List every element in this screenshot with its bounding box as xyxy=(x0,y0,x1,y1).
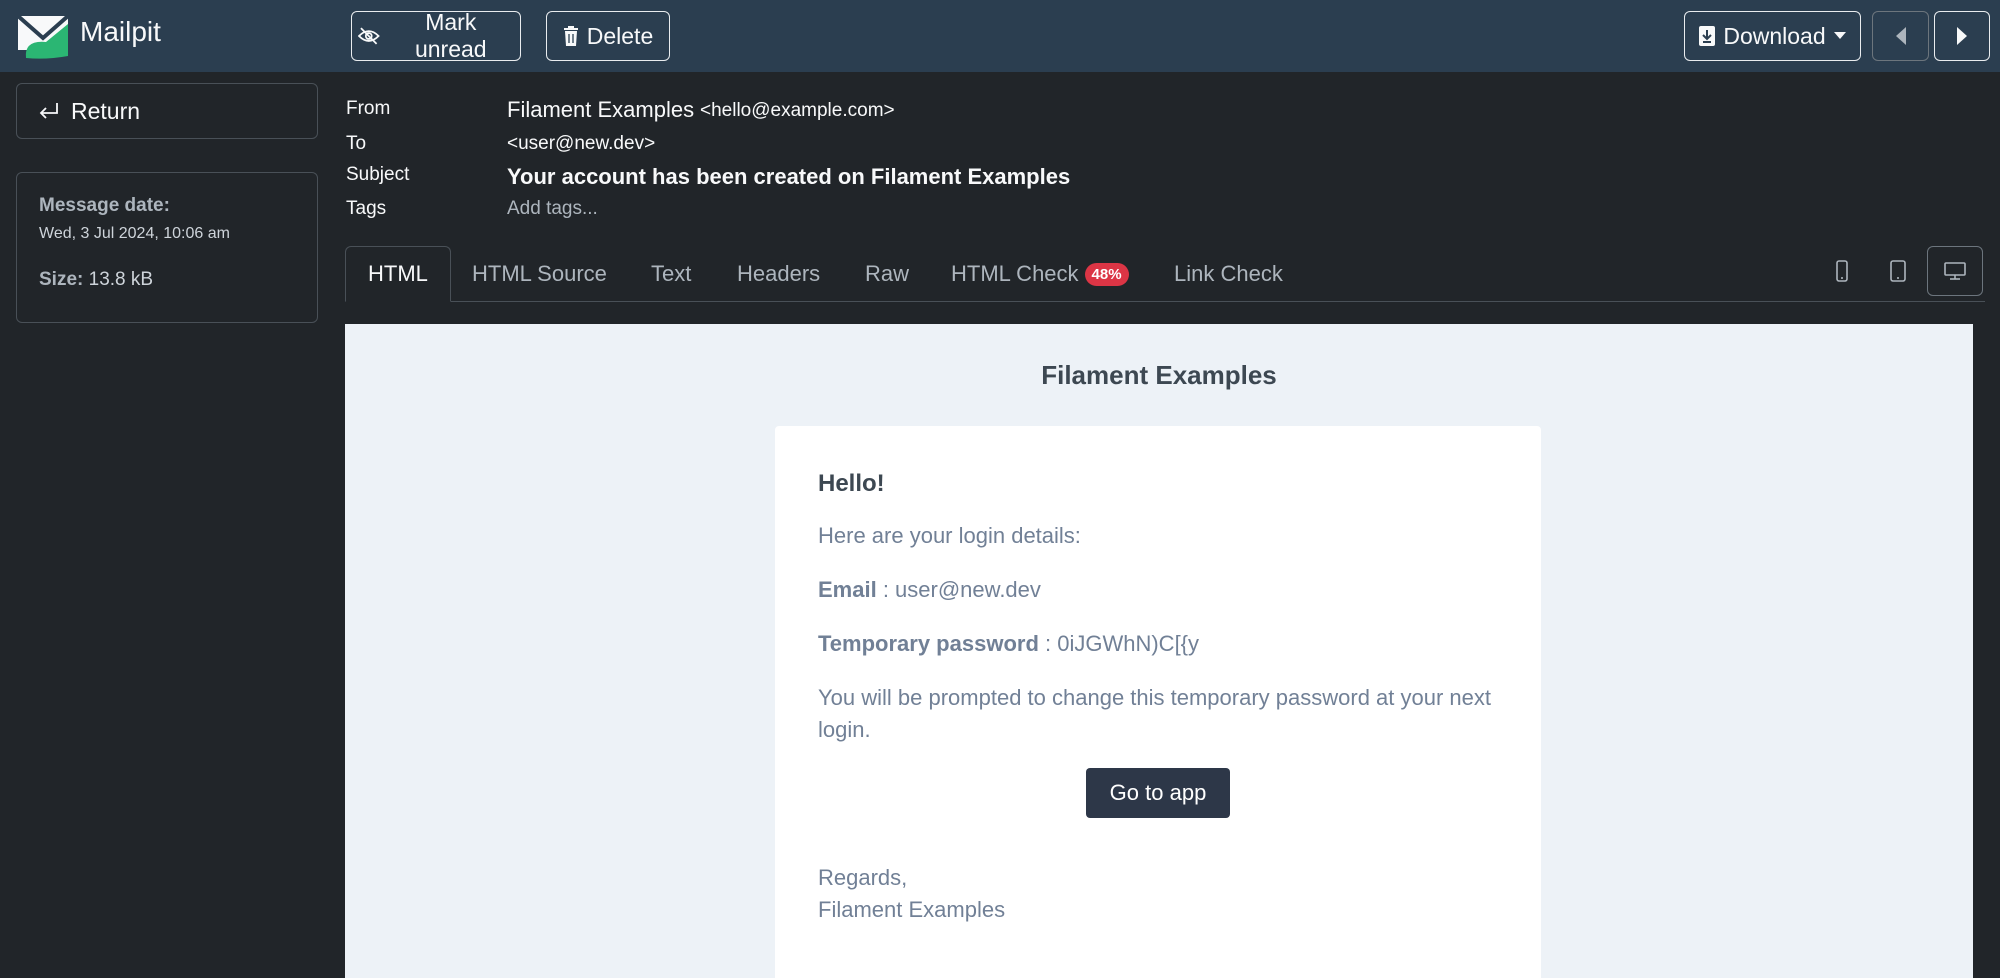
email-login-separator: : xyxy=(876,577,896,602)
tab-html[interactable]: HTML xyxy=(345,246,451,302)
delete-label: Delete xyxy=(586,22,654,49)
return-button[interactable]: Return xyxy=(16,83,318,139)
tab-text-label: Text xyxy=(651,261,692,286)
caret-left-icon xyxy=(1895,27,1906,45)
subject: Your account has been created on Filamen… xyxy=(507,164,1071,189)
email-html-preview[interactable]: Filament Examples Hello! Here are your l… xyxy=(345,324,1973,978)
tags-label: Tags xyxy=(346,198,387,219)
email-signature: Filament Examples xyxy=(818,897,1006,922)
html-check-score-badge: 48% xyxy=(1084,262,1129,286)
email-body-card: Hello! Here are your login details: Emai… xyxy=(775,426,1541,978)
email-login-line: Email : user@new.dev xyxy=(818,574,1498,606)
desktop-view-button[interactable] xyxy=(1927,246,1983,296)
phone-icon xyxy=(1836,260,1848,282)
tab-html-check-label: HTML Check xyxy=(951,261,1079,286)
size-value: 13.8 kB xyxy=(88,269,154,290)
tab-html-label: HTML xyxy=(368,261,428,286)
go-to-app-button[interactable]: Go to app xyxy=(1085,768,1231,818)
temporary-password-separator: : xyxy=(1038,631,1058,656)
email-login-label: Email xyxy=(818,577,877,602)
from-name[interactable]: Filament Examples xyxy=(507,97,694,123)
tablet-view-button[interactable] xyxy=(1870,246,1926,296)
tab-html-check[interactable]: HTML Check 48% xyxy=(929,246,1151,302)
top-navbar: Mailpit Mark unread Delete Download xyxy=(0,0,2000,72)
from-label: From xyxy=(346,98,391,119)
message-date-label: Message date: xyxy=(39,195,170,216)
tab-text[interactable]: Text xyxy=(629,246,713,302)
return-label: Return xyxy=(71,97,141,124)
trash-icon xyxy=(563,26,578,46)
tab-html-source-label: HTML Source xyxy=(472,261,607,286)
caret-down-icon xyxy=(1833,32,1846,39)
to-address[interactable]: <user@new.dev> xyxy=(507,133,655,155)
return-arrow-icon xyxy=(39,103,58,119)
message-meta-card: Message date: Wed, 3 Jul 2024, 10:06 am … xyxy=(16,172,318,323)
size-label: Size: xyxy=(39,269,84,290)
email-regards: Regards, xyxy=(818,865,908,890)
temporary-password-label: Temporary password xyxy=(818,631,1039,656)
tab-link-check-label: Link Check xyxy=(1174,261,1283,286)
tab-headers[interactable]: Headers xyxy=(715,246,842,302)
tab-raw-label: Raw xyxy=(865,261,910,286)
previous-message-button[interactable] xyxy=(1872,11,1929,61)
next-message-button[interactable] xyxy=(1934,11,1990,61)
tab-html-source[interactable]: HTML Source xyxy=(450,246,629,302)
eye-slash-icon xyxy=(358,27,380,45)
subject-label: Subject xyxy=(346,164,410,185)
email-header-title[interactable]: Filament Examples xyxy=(345,360,1973,391)
email-intro: Here are your login details: xyxy=(818,523,1081,548)
download-dropdown-button[interactable]: Download xyxy=(1684,11,1861,61)
delete-button[interactable]: Delete xyxy=(546,11,670,61)
temporary-password-line: Temporary password : 0iJGWhN)C[{y xyxy=(818,628,1498,660)
tablet-icon xyxy=(1890,260,1906,282)
desktop-icon xyxy=(1944,262,1966,280)
mailpit-logo-icon[interactable] xyxy=(16,10,70,60)
message-date: Wed, 3 Jul 2024, 10:06 am xyxy=(39,225,230,242)
cta-wrapper: Go to app xyxy=(818,768,1498,818)
tab-link-check[interactable]: Link Check xyxy=(1152,246,1305,302)
tags-input[interactable]: Add tags... xyxy=(507,198,598,220)
tab-raw[interactable]: Raw xyxy=(843,246,931,302)
app-name[interactable]: Mailpit xyxy=(80,16,161,48)
download-label: Download xyxy=(1723,22,1826,49)
from-email[interactable]: <hello@example.com> xyxy=(700,100,895,122)
to-label: To xyxy=(346,133,367,154)
phone-view-button[interactable] xyxy=(1814,246,1870,296)
mark-unread-button[interactable]: Mark unread xyxy=(351,9,521,62)
temporary-password-value: 0iJGWhN)C[{y xyxy=(1057,631,1200,656)
tab-headers-label: Headers xyxy=(737,261,821,286)
email-login-value: user@new.dev xyxy=(895,577,1041,602)
email-greeting: Hello! xyxy=(818,470,885,497)
file-download-icon xyxy=(1699,26,1716,46)
message-size: Size: 13.8 kB xyxy=(39,269,295,291)
caret-right-icon xyxy=(1957,27,1967,45)
mark-unread-label: Mark unread xyxy=(414,9,487,62)
password-change-notice: You will be prompted to change this temp… xyxy=(818,685,1491,742)
